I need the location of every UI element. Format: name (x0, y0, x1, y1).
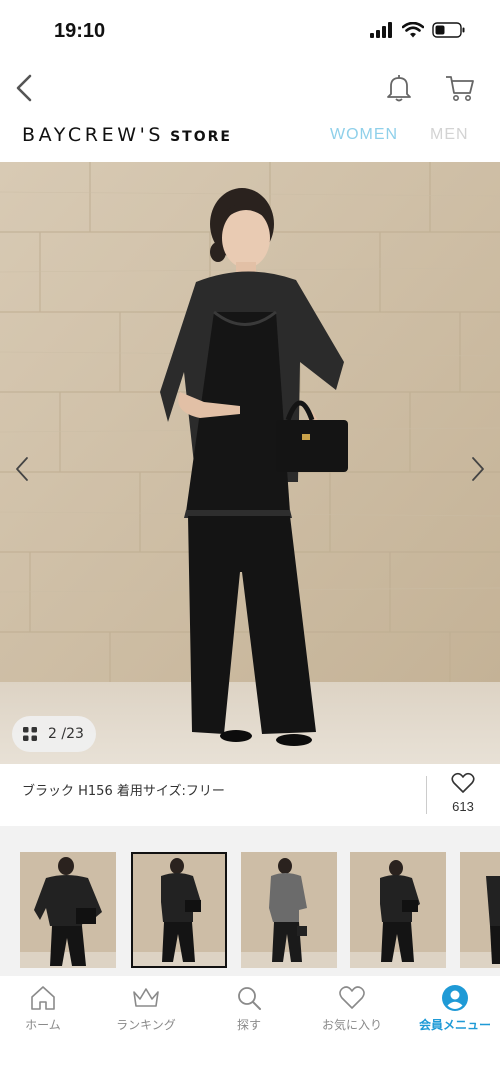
thumbnail-1[interactable] (20, 852, 116, 968)
cart-icon (446, 76, 474, 101)
grid-icon (23, 727, 37, 741)
status-time: 19:10 (54, 20, 106, 42)
tab-home[interactable]: ホーム (0, 984, 93, 1033)
user-circle-icon (442, 985, 468, 1011)
thumbnail-3[interactable] (241, 852, 337, 968)
product-photo (0, 162, 500, 764)
counter-current: 2 (48, 726, 57, 742)
favorite-button[interactable]: 613 (440, 772, 486, 820)
previous-image-button[interactable] (10, 454, 36, 484)
thumbnail-5[interactable] (460, 852, 500, 968)
bottom-navigation: ホーム ランキング 探す お気に入り 会員メニュー (0, 976, 500, 1080)
cart-button[interactable] (444, 72, 476, 104)
tab-search[interactable]: 探す (199, 984, 299, 1033)
heart-icon (451, 772, 475, 793)
brand-row: BAYCREW'S STORE WOMEN MEN (0, 114, 500, 160)
thumbnail-image (20, 852, 116, 968)
brand-suffix: STORE (170, 129, 232, 145)
tab-men[interactable]: MEN (430, 126, 469, 144)
battery-icon (432, 22, 465, 38)
brand-logo[interactable]: BAYCREW'S STORE (22, 124, 232, 146)
tab-home-label: ホーム (25, 1018, 61, 1032)
thumbnail-4[interactable] (350, 852, 446, 968)
chevron-left-icon (16, 457, 28, 481)
tab-member-menu-label: 会員メニュー (418, 1018, 491, 1032)
notification-button[interactable] (384, 72, 414, 104)
next-image-button[interactable] (464, 454, 490, 484)
thumbnail-image (460, 852, 500, 968)
favorite-count: 613 (452, 799, 474, 814)
tab-member-menu[interactable]: 会員メニュー (405, 984, 500, 1033)
product-caption: ブラック H156 着用サイズ:フリー (22, 784, 225, 799)
brand-name: BAYCREW'S (22, 124, 165, 146)
caption-row: ブラック H156 着用サイズ:フリー 613 (0, 764, 500, 826)
counter-text: 2 /23 (48, 726, 84, 742)
bell-icon (387, 75, 411, 102)
tab-search-label: 探す (236, 1018, 261, 1032)
thumbnail-image (350, 852, 446, 968)
status-bar: 19:10 (0, 0, 500, 62)
top-navigation (0, 62, 500, 114)
tab-favorites[interactable]: お気に入り (302, 984, 402, 1033)
wifi-icon (402, 22, 424, 38)
home-icon (31, 986, 55, 1010)
thumbnail-image (131, 852, 227, 968)
divider (426, 776, 427, 814)
heart-icon (339, 986, 365, 1009)
counter-total: /23 (61, 726, 84, 742)
product-image-gallery[interactable]: 2 /23 (0, 162, 500, 764)
signal-icon (370, 22, 392, 38)
tab-ranking[interactable]: ランキング (96, 984, 196, 1033)
thumbnail-2[interactable] (131, 852, 227, 968)
image-counter[interactable]: 2 /23 (12, 716, 96, 752)
tab-ranking-label: ランキング (116, 1018, 176, 1032)
tab-favorites-label: お気に入り (321, 1018, 382, 1032)
tab-women[interactable]: WOMEN (330, 126, 398, 144)
chevron-left-icon (16, 74, 32, 102)
crown-icon (133, 988, 159, 1007)
search-icon (238, 987, 261, 1010)
back-button[interactable] (12, 72, 40, 104)
chevron-right-icon (472, 457, 484, 481)
thumbnail-image (241, 852, 337, 968)
status-icons (370, 22, 466, 38)
